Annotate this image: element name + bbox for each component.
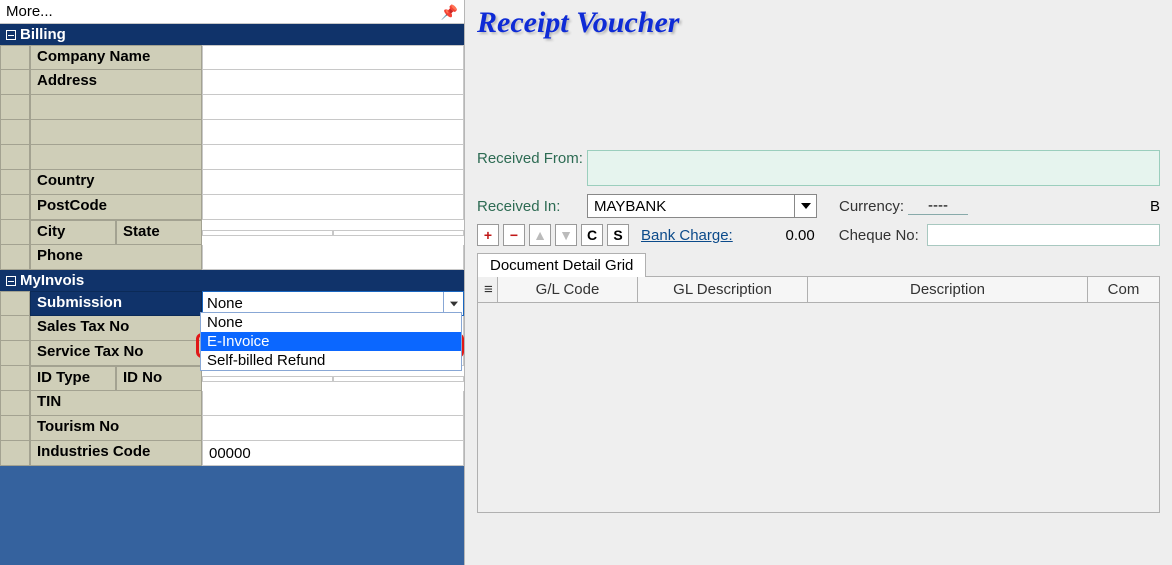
label-idno: ID No — [116, 366, 202, 391]
field-company[interactable] — [202, 45, 464, 70]
label-industries: Industries Code — [30, 441, 202, 466]
field-industries[interactable]: 00000 — [202, 441, 464, 466]
col-gldesc[interactable]: GL Description — [638, 277, 808, 302]
submission-value: None — [207, 295, 243, 312]
field-currency[interactable]: ---- — [908, 197, 968, 215]
c-button[interactable]: C — [581, 224, 603, 246]
label-state: State — [116, 220, 202, 245]
remove-row-button[interactable]: − — [503, 224, 525, 246]
more-label[interactable]: More... — [6, 0, 53, 24]
field-address3[interactable] — [202, 120, 464, 145]
billing-panel: Company Name Address — [0, 45, 464, 270]
field-postcode[interactable] — [202, 195, 464, 220]
label-servicetax: Service Tax No — [30, 341, 202, 366]
label-city: City — [30, 220, 116, 245]
label-salestax: Sales Tax No — [30, 316, 202, 341]
field-tin[interactable] — [202, 391, 464, 416]
received-in-value: MAYBANK — [594, 198, 666, 215]
label-phone: Phone — [30, 245, 202, 270]
collapse-icon[interactable] — [6, 276, 16, 286]
label-postcode: PostCode — [30, 195, 202, 220]
panel-footer — [0, 466, 464, 565]
field-tourism[interactable] — [202, 416, 464, 441]
row-selector-header[interactable]: ≡ — [478, 277, 498, 302]
truncated-label: B — [1150, 198, 1160, 215]
field-received-from[interactable] — [587, 150, 1160, 186]
col-glcode[interactable]: G/L Code — [498, 277, 638, 302]
field-country[interactable] — [202, 170, 464, 195]
myinvois-header-label: MyInvois — [20, 272, 84, 289]
label-company: Company Name — [30, 45, 202, 70]
field-city[interactable] — [202, 230, 333, 236]
chevron-down-icon[interactable] — [794, 195, 816, 217]
label-currency: Currency: — [839, 198, 904, 215]
field-phone[interactable] — [202, 245, 464, 270]
label-received-in: Received In: — [477, 198, 587, 215]
bank-charge-link[interactable]: Bank Charge: — [641, 227, 733, 244]
grid-header: ≡ G/L Code GL Description Description Co… — [477, 276, 1160, 303]
submission-option-none[interactable]: None — [201, 313, 461, 332]
page-title: Receipt Voucher — [465, 0, 1172, 46]
collapse-icon[interactable] — [6, 30, 16, 40]
billing-header-label: Billing — [20, 26, 66, 43]
field-address2[interactable] — [202, 95, 464, 120]
tab-document-detail[interactable]: Document Detail Grid — [477, 253, 646, 277]
more-toolbar: More... 📌 — [0, 0, 464, 24]
field-address4[interactable] — [202, 145, 464, 170]
col-com[interactable]: Com — [1088, 277, 1159, 302]
pin-icon[interactable]: 📌 — [441, 0, 458, 24]
submission-dropdown-list: None E-Invoice Self-billed Refund — [200, 312, 462, 371]
voucher-panel: Receipt Voucher Received From: Received … — [465, 0, 1172, 565]
add-row-button[interactable]: + — [477, 224, 499, 246]
myinvois-header[interactable]: MyInvois — [0, 270, 464, 291]
field-idno[interactable] — [333, 376, 464, 382]
label-address: Address — [30, 70, 202, 95]
myinvois-panel: Submission None Sales Tax No Service Tax… — [0, 291, 464, 466]
received-in-dropdown[interactable]: MAYBANK — [587, 194, 817, 218]
label-cheque: Cheque No: — [839, 227, 919, 244]
s-button[interactable]: S — [607, 224, 629, 246]
label-received-from: Received From: — [477, 150, 587, 167]
submission-option-einvoice[interactable]: E-Invoice — [201, 332, 461, 351]
label-country: Country — [30, 170, 202, 195]
label-tin: TIN — [30, 391, 202, 416]
label-tourism: Tourism No — [30, 416, 202, 441]
field-state[interactable] — [333, 230, 464, 236]
move-up-button: ▲ — [529, 224, 551, 246]
field-idtype[interactable] — [202, 376, 333, 382]
submission-option-selfbilled[interactable]: Self-billed Refund — [201, 351, 461, 370]
col-desc[interactable]: Description — [808, 277, 1088, 302]
label-submission: Submission — [30, 291, 202, 316]
field-bank-charge[interactable]: 0.00 — [737, 227, 817, 244]
billing-header[interactable]: Billing — [0, 24, 464, 45]
grid-body[interactable] — [477, 303, 1160, 513]
field-address1[interactable] — [202, 70, 464, 95]
label-idtype: ID Type — [30, 366, 116, 391]
row-header — [0, 45, 30, 70]
move-down-button: ▼ — [555, 224, 577, 246]
field-cheque-no[interactable] — [927, 224, 1160, 246]
